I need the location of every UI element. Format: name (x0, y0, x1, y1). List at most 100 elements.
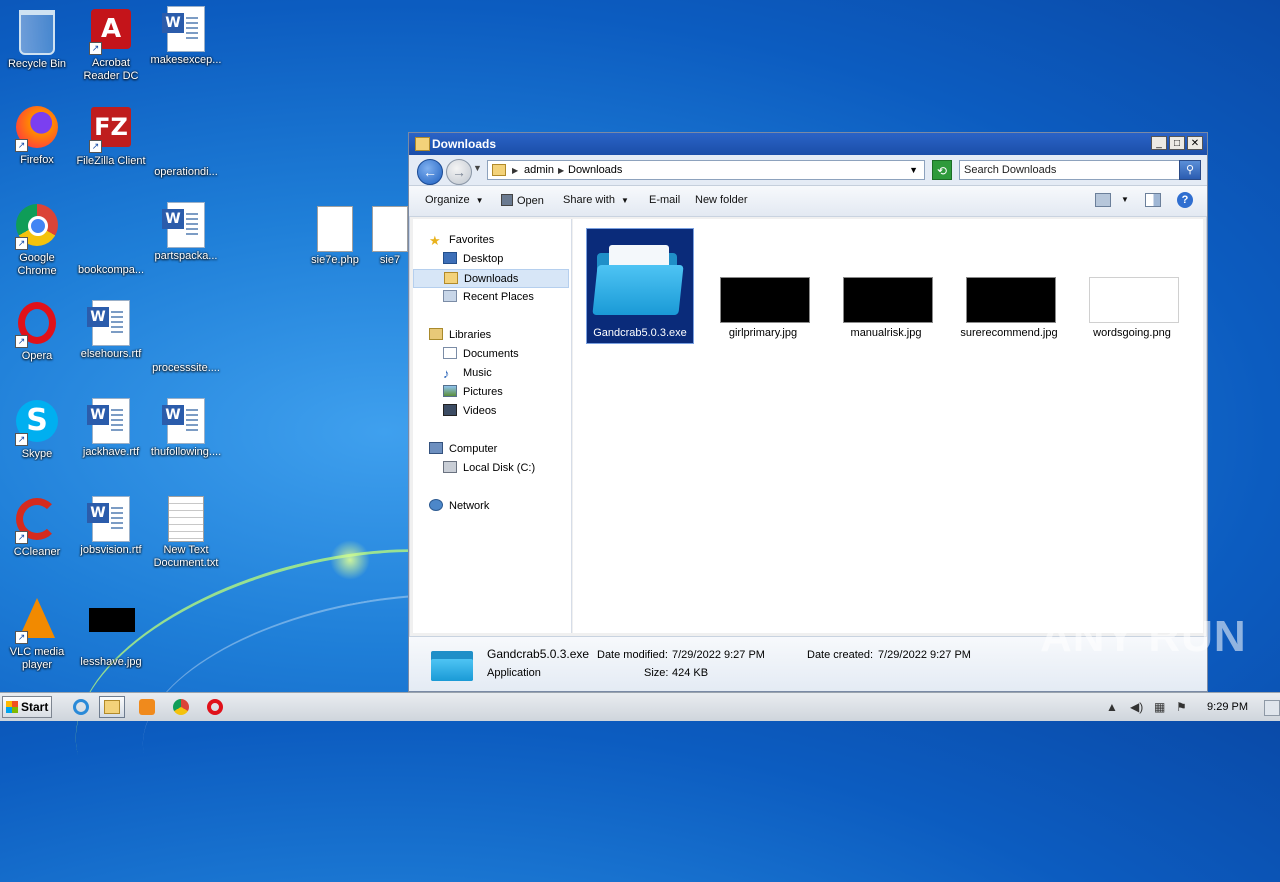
desktop-icon-ccleaner[interactable]: ↗ CCleaner (0, 496, 74, 559)
file-item-gandcrab[interactable]: Gandcrab5.0.3.exe (586, 228, 694, 344)
desktop-icon-vlc[interactable]: ↗ VLC media player (0, 594, 74, 672)
chevron-right-icon[interactable]: ▶ (512, 166, 518, 175)
address-dropdown-icon[interactable]: ▼ (909, 165, 918, 175)
close-button[interactable]: ✕ (1187, 136, 1203, 150)
desktop-icon-filezilla[interactable]: FZ ↗ FileZilla Client (74, 104, 148, 168)
desktop-icon-jackhave[interactable]: W jackhave.rtf (74, 398, 148, 459)
image-thumbnail (720, 277, 810, 323)
window-title: Downloads (432, 137, 497, 151)
volume-icon[interactable]: ◀) (1130, 700, 1143, 714)
start-button[interactable]: Start (2, 696, 52, 718)
taskbar-opera[interactable] (202, 696, 228, 718)
chevron-right-icon[interactable]: ▶ (558, 166, 564, 175)
desktop-icon-elsehours[interactable]: W elsehours.rtf (74, 300, 148, 361)
desktop-icon-operationdi[interactable]: operationdi... (149, 104, 223, 179)
word-document-icon: W (162, 6, 205, 52)
nav-desktop[interactable]: Desktop (443, 250, 503, 269)
breadcrumb-downloads[interactable]: Downloads (568, 164, 622, 176)
file-item-girlprimary[interactable]: girlprimary.jpg (710, 229, 816, 343)
nav-pictures[interactable]: Pictures (443, 383, 503, 402)
desktop-icon-chrome[interactable]: ↗ Google Chrome (0, 202, 74, 278)
desktop-icon-lesshave[interactable]: lesshave.jpg (74, 594, 148, 669)
search-input[interactable] (964, 163, 1174, 177)
opera-icon (207, 699, 223, 715)
email-button[interactable]: E-mail (649, 194, 680, 206)
desktop-icon-recycle-bin[interactable]: Recycle Bin (0, 6, 74, 71)
file-icon (372, 206, 408, 252)
show-hidden-icons-icon[interactable]: ▲ (1106, 700, 1118, 714)
organize-button[interactable]: Organize ▼ (425, 194, 484, 206)
desktop-icon-new-text-document[interactable]: New Text Document.txt (149, 496, 223, 570)
nav-libraries[interactable]: Libraries (429, 326, 491, 345)
taskbar-media-player[interactable] (134, 696, 160, 718)
window-titlebar[interactable]: Downloads _ □ ✕ (409, 133, 1207, 155)
maximize-button[interactable]: □ (1169, 136, 1185, 150)
recent-pages-dropdown-icon[interactable]: ▼ (473, 163, 482, 173)
desktop-icon-sie7e-php[interactable]: sie7e.php (298, 206, 372, 267)
breadcrumb-admin[interactable]: admin (524, 164, 554, 176)
taskbar-explorer[interactable] (99, 696, 125, 718)
nav-favorites[interactable]: ★ Favorites (429, 231, 494, 250)
documents-icon (443, 347, 457, 359)
show-desktop-button[interactable] (1264, 700, 1280, 716)
network-icon (429, 499, 443, 511)
search-box[interactable]: ⚲ (959, 160, 1201, 180)
back-button[interactable]: ← (417, 159, 443, 185)
file-icon (164, 314, 208, 336)
nav-network[interactable]: Network (429, 497, 489, 516)
desktop-icon-thufollowing[interactable]: W thufollowing.... (149, 398, 223, 459)
shortcut-arrow-icon: ↗ (15, 335, 28, 348)
desktop-icon-processsite[interactable]: processsite.... (149, 300, 223, 375)
nav-recent-places[interactable]: Recent Places (443, 288, 534, 307)
image-thumbnail (843, 277, 933, 323)
word-document-icon: W (87, 300, 130, 346)
image-thumbnail-icon (89, 608, 135, 632)
taskbar-internet-explorer[interactable] (68, 696, 94, 718)
explorer-window[interactable]: Downloads _ □ ✕ ← → ▼ ▶ admin ▶ Download… (408, 132, 1208, 692)
nav-music[interactable]: ♪ Music (443, 364, 492, 383)
minimize-button[interactable]: _ (1151, 136, 1167, 150)
desktop-icon-skype[interactable]: S ↗ Skype (0, 398, 74, 461)
nav-local-disk[interactable]: Local Disk (C:) (443, 459, 535, 478)
forward-button[interactable]: → (446, 159, 472, 185)
open-button[interactable]: Open (501, 194, 544, 207)
details-size-label: Size: (644, 667, 669, 679)
desktop-icon-firefox[interactable]: ↗ Firefox (0, 104, 74, 167)
nav-downloads[interactable]: Downloads (413, 269, 569, 288)
file-item-manualrisk[interactable]: manualrisk.jpg (833, 229, 939, 343)
desktop-icon-acrobat[interactable]: A ↗ Acrobat Reader DC (74, 6, 148, 83)
desktop-icon-makesexcep[interactable]: W makesexcep... (149, 6, 223, 67)
preview-pane-icon[interactable] (1145, 193, 1161, 207)
desktop-icon-jobsvision[interactable]: W jobsvision.rtf (74, 496, 148, 557)
file-item-wordsgoing[interactable]: wordsgoing.png (1079, 229, 1185, 343)
action-center-flag-icon[interactable]: ⚑ (1176, 700, 1187, 714)
network-status-icon[interactable]: ▦ (1154, 700, 1165, 714)
refresh-button[interactable]: ⟲ (932, 160, 952, 180)
nav-videos[interactable]: Videos (443, 402, 496, 421)
command-bar: Organize ▼ Open Share with ▼ E-mail New fo… (409, 186, 1207, 217)
desktop-icon-partspacka[interactable]: W partspacka... (149, 202, 223, 263)
shortcut-arrow-icon: ↗ (15, 237, 28, 250)
address-bar-row: ← → ▼ ▶ admin ▶ Downloads ▼ ⟲ ⚲ (409, 155, 1207, 186)
desktop-icon-opera[interactable]: ↗ Opera (0, 300, 74, 363)
share-with-button[interactable]: Share with ▼ (563, 194, 629, 206)
desktop-icon-bookcompa[interactable]: bookcompa... (74, 202, 148, 277)
libraries-icon (429, 328, 443, 340)
image-thumbnail (966, 277, 1056, 323)
music-icon: ♪ (443, 366, 450, 381)
pictures-icon (443, 385, 457, 397)
taskbar-chrome[interactable] (168, 696, 194, 718)
help-icon[interactable]: ? (1177, 192, 1193, 208)
search-icon[interactable]: ⚲ (1179, 160, 1201, 180)
file-list[interactable]: Gandcrab5.0.3.exe girlprimary.jpg manual… (573, 219, 1203, 633)
new-folder-button[interactable]: New folder (695, 194, 748, 206)
nav-documents[interactable]: Documents (443, 345, 519, 364)
file-item-surerecommend[interactable]: surerecommend.jpg (956, 229, 1062, 343)
nav-computer[interactable]: Computer (429, 440, 497, 459)
view-options-dropdown-icon[interactable]: ▼ (1121, 195, 1129, 204)
clock[interactable]: 9:29 PM (1207, 701, 1248, 713)
internet-explorer-icon (73, 699, 89, 715)
address-box[interactable]: ▶ admin ▶ Downloads ▼ (487, 160, 925, 180)
desktop-icon-sie7[interactable]: sie7 (372, 206, 408, 267)
change-view-icon[interactable] (1095, 193, 1111, 207)
